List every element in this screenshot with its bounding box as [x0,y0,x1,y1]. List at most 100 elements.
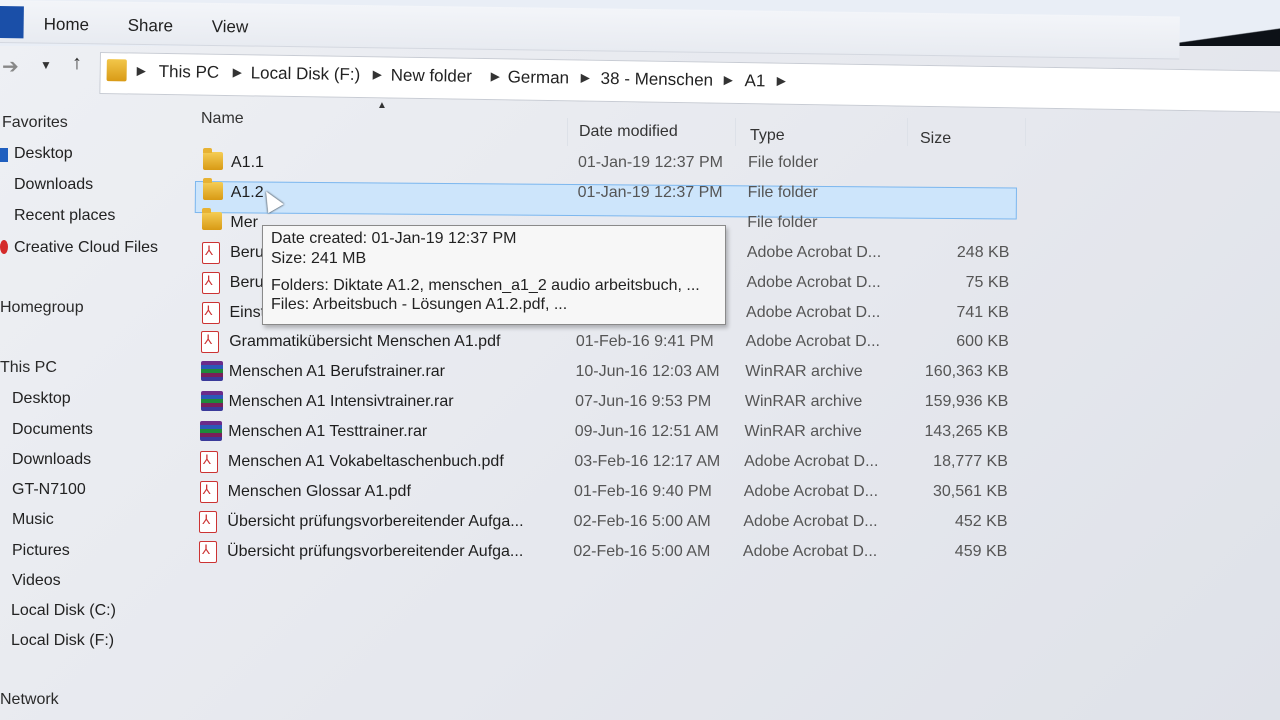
breadcrumb-a1[interactable]: A1 [744,71,765,91]
chevron-right-icon[interactable]: ▶ [777,74,786,88]
folder-icon [203,148,223,170]
chevron-right-icon[interactable]: ▶ [724,73,733,87]
file-type: Adobe Acrobat D... [743,482,879,500]
column-divider[interactable] [907,118,908,146]
file-name: Menschen A1 Berufstrainer.rar [228,363,445,381]
up-arrow-icon[interactable]: ↑ [72,52,82,75]
file-date-modified: 01-Jan-19 12:37 PM [577,183,723,201]
tooltip-size: Size: 241 MB [271,250,367,267]
file-size: 18,777 KB [933,453,1008,470]
tab-home[interactable]: Home [44,15,90,36]
file-date-modified: 02-Feb-16 5:00 AM [573,512,711,530]
pdf-icon [200,451,218,473]
file-size: 30,561 KB [932,482,1008,500]
nav-item-local-disk-c[interactable]: Local Disk (C:) [11,602,116,620]
file-date-modified: 02-Feb-16 5:00 AM [573,542,711,560]
breadcrumb-local-disk-f[interactable]: Local Disk (F:) [251,63,361,85]
file-name: Übersicht prüfungsvorbereitender Aufga..… [227,542,524,560]
file-name: Beru [230,243,264,261]
rar-icon [200,421,223,442]
nav-favorites-header[interactable]: Favorites [2,114,68,132]
file-date-modified: 03-Feb-16 12:17 AM [574,453,721,470]
table-row[interactable]: Menschen Glossar A1.pdf 01-Feb-16 9:40 PM… [0,479,1280,509]
table-row[interactable]: Menschen A1 Berufstrainer.rar 10-Jun-16 1… [0,359,1280,389]
pdf-icon [201,301,220,324]
pdf-icon [202,241,221,264]
breadcrumb-german[interactable]: German [507,67,570,88]
file-date-modified: 01-Feb-16 9:40 PM [574,482,712,500]
file-type: File folder [748,154,819,171]
nav-item-videos[interactable]: Videos [12,572,61,590]
file-size: 600 KB [956,333,1009,351]
nav-network[interactable]: Network [0,691,59,709]
table-row[interactable]: Menschen A1 Vokabeltaschenbuch.pdf 03-Feb… [0,449,1280,479]
pdf-icon [201,271,220,294]
file-type: File folder [747,213,818,231]
file-type: WinRAR archive [744,393,863,411]
table-row[interactable]: Übersicht prüfungsvorbereitender Aufga..… [0,539,1280,569]
folder-icon [106,59,127,82]
file-name: Menschen A1 Testtrainer.rar [228,423,428,441]
file-size: 159,936 KB [924,393,1009,411]
file-name: Beru [229,273,264,291]
back-icon[interactable]: ➔ [2,54,19,79]
pdf-icon [199,510,218,533]
rar-icon [200,391,223,412]
file-name: Menschen A1 Vokabeltaschenbuch.pdf [228,453,504,470]
table-row[interactable]: Menschen A1 Testtrainer.rar 09-Jun-16 12:… [0,419,1280,449]
file-type: File folder [747,183,818,201]
breadcrumb-38-menschen[interactable]: 38 - Menschen [600,69,713,91]
file-name: Grammatikübersicht Menschen A1.pdf [229,333,501,351]
chevron-right-icon[interactable]: ▶ [491,69,500,83]
file-name: A1.2 [230,183,264,201]
file-date-modified: 07-Jun-16 9:53 PM [575,393,712,411]
tooltip-files: Files: Arbeitsbuch - Lösungen A1.2.pdf, … [271,296,568,313]
chevron-right-icon[interactable]: ▶ [137,64,146,78]
file-tab[interactable] [0,5,24,39]
column-header-name[interactable]: Name [201,110,244,128]
breadcrumb-this-pc[interactable]: This PC [159,62,220,83]
tab-share[interactable]: Share [128,16,174,37]
tooltip-folders: Folders: Diktate A1.2, menschen_a1_2 aud… [271,277,700,294]
column-header-type[interactable]: Type [750,127,785,145]
file-date-modified: 01-Feb-16 9:41 PM [575,333,714,351]
file-size: 741 KB [956,303,1009,321]
recent-dropdown-icon[interactable]: ▼ [40,58,52,72]
folder-icon [202,207,223,230]
pdf-icon [199,480,218,503]
column-header-date-modified[interactable]: Date modified [579,123,678,141]
tab-view[interactable]: View [212,17,249,38]
column-divider[interactable] [567,118,568,146]
file-type: WinRAR archive [745,363,863,381]
file-size: 160,363 KB [924,363,1009,381]
column-divider[interactable] [735,118,736,146]
file-name: Übersicht prüfungsvorbereitender Aufga..… [227,512,524,530]
table-row[interactable]: Übersicht prüfungsvorbereitender Aufga..… [0,509,1280,539]
file-size: 248 KB [956,243,1010,261]
table-row[interactable]: Grammatikübersicht Menschen A1.pdf 01-Feb… [0,329,1280,359]
file-type: Adobe Acrobat D... [746,243,882,261]
table-row[interactable]: Menschen A1 Intensivtrainer.rar 07-Jun-16… [0,389,1280,419]
file-type: Adobe Acrobat D... [746,303,881,321]
chevron-right-icon[interactable]: ▶ [581,71,590,85]
file-size: 459 KB [954,542,1008,560]
file-type: Adobe Acrobat D... [742,542,878,560]
table-row[interactable]: A1.2 01-Jan-19 12:37 PM File folder [0,177,1280,210]
file-name: Mer [230,213,258,231]
column-divider[interactable] [1025,118,1026,146]
table-row[interactable]: A1.1 01-Jan-19 12:37 PM File folder [0,148,1280,180]
chevron-right-icon[interactable]: ▶ [373,67,382,81]
file-name: A1.1 [231,154,264,171]
file-date-modified: 01-Jan-19 12:37 PM [578,154,723,171]
folder-info-tooltip: Date created: 01-Jan-19 12:37 PM Size: 2… [262,225,726,325]
chevron-right-icon[interactable]: ▶ [233,65,242,79]
breadcrumb-new-folder[interactable]: New folder [391,66,473,87]
file-type: Adobe Acrobat D... [744,453,879,470]
sort-ascending-icon: ▲ [377,100,387,111]
file-size: 75 KB [965,273,1010,291]
column-header-size[interactable]: Size [920,130,951,148]
file-type: Adobe Acrobat D... [745,333,880,351]
folder-icon [202,177,223,200]
nav-item-local-disk-f[interactable]: Local Disk (F:) [11,632,114,650]
file-size: 452 KB [955,512,1008,530]
